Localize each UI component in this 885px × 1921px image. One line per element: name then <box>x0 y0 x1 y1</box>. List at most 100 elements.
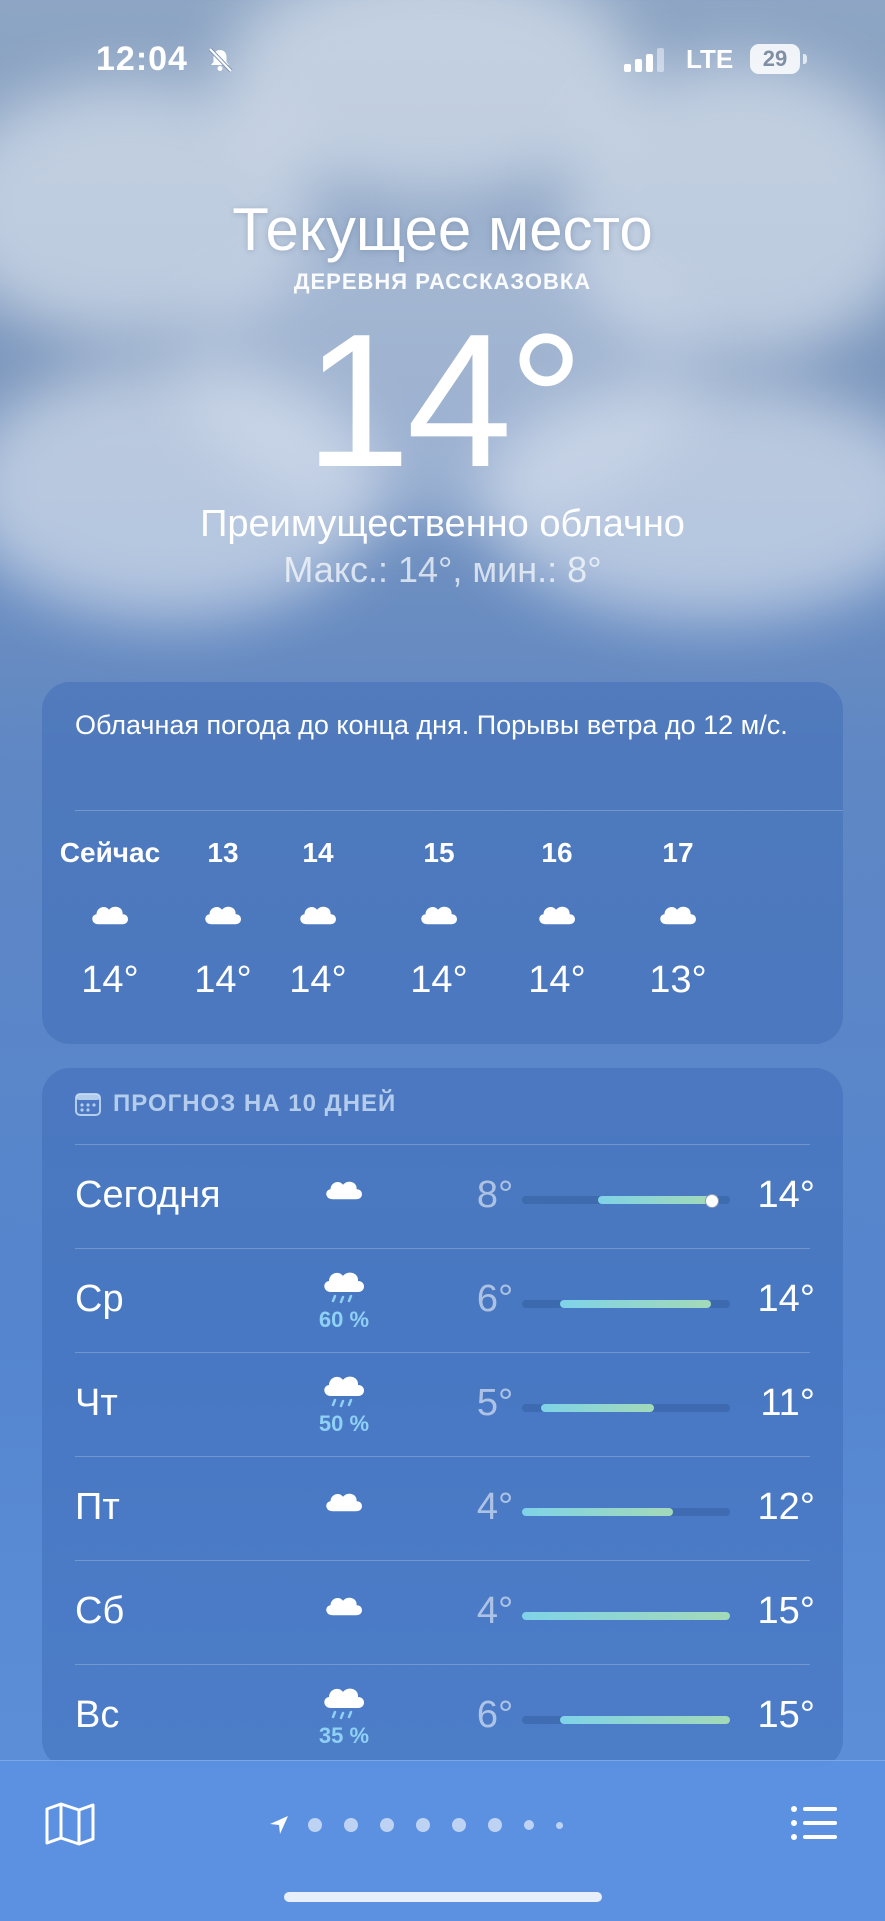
hour-temp: 14° <box>528 959 586 1001</box>
day-icon-wrap: 50 % <box>304 1368 384 1437</box>
hour-icon-wrap <box>497 877 617 957</box>
page-indicator[interactable] <box>268 1815 585 1835</box>
page-dot[interactable] <box>488 1818 502 1832</box>
location-arrow-icon[interactable] <box>268 1814 290 1836</box>
day-row[interactable]: Чт 50 % 5° 11° <box>42 1352 843 1456</box>
precip-chance: 50 % <box>318 1411 370 1436</box>
battery-level: 29 <box>762 46 788 71</box>
precip-chance: 60 % <box>318 1307 370 1332</box>
condition-text: Преимущественно облачно <box>200 503 685 545</box>
page-dot[interactable] <box>452 1818 466 1832</box>
day-row[interactable]: Пт 4° 12° <box>42 1456 843 1560</box>
day-min-temp: 6° <box>476 1278 514 1320</box>
day-min-temp: 5° <box>476 1382 514 1424</box>
daily-title-text: ПРОГНОЗ НА 10 ДНЕЙ <box>113 1090 397 1117</box>
precip-chance: 35 % <box>318 1723 370 1748</box>
forecast-summary: Облачная погода до конца дня. Порывы вет… <box>75 710 788 740</box>
cloud-rain-icon <box>324 1272 364 1304</box>
hour-temp: 14° <box>410 959 468 1001</box>
hour-temp: 14° <box>289 959 347 1001</box>
day-min-temp: 8° <box>476 1174 514 1216</box>
day-name: Пт <box>75 1486 120 1528</box>
day-row[interactable]: Сб 4° 15° <box>42 1560 843 1664</box>
row-divider <box>75 1248 810 1249</box>
hour-item: 16 14° <box>497 837 617 1002</box>
location-title: Текущее место <box>232 196 653 263</box>
daily-forecast-card[interactable]: ПРОГНОЗ НА 10 ДНЕЙ Сегодня 8° 14° Ср 60 % 6° 1… <box>42 1068 843 1768</box>
battery-tip <box>803 54 807 64</box>
day-max-temp: 11° <box>760 1382 815 1424</box>
hour-label: 16 <box>541 837 573 868</box>
temp-range-fill <box>559 1716 730 1724</box>
temp-range-bar <box>522 1612 730 1620</box>
temp-range-bar <box>522 1508 730 1516</box>
hour-icon-wrap <box>258 877 378 957</box>
daily-forecast-title: ПРОГНОЗ НА 10 ДНЕЙ <box>75 1090 396 1118</box>
cloud-icon <box>92 906 128 925</box>
hour-item: 17 13° <box>618 837 738 1002</box>
signal-icon <box>624 48 664 72</box>
day-row[interactable]: Вс 35 % 6° 15° <box>42 1664 843 1768</box>
day-name: Сб <box>75 1590 125 1632</box>
temp-range-fill <box>540 1404 655 1412</box>
row-divider <box>75 1560 810 1561</box>
status-bar: 12:04 LTE 29 <box>0 40 885 80</box>
map-icon[interactable] <box>44 1801 96 1847</box>
network-type: LTE <box>686 44 734 74</box>
list-icon[interactable] <box>790 1805 838 1841</box>
locality-name: ДЕРЕВНЯ РАССКАЗОВКА <box>293 269 592 294</box>
temp-range-bar <box>522 1716 730 1724</box>
hour-icon-wrap <box>618 877 738 957</box>
temp-range-fill <box>522 1508 674 1516</box>
temp-range-bar <box>522 1404 730 1412</box>
day-row[interactable]: Ср 60 % 6° 14° <box>42 1248 843 1352</box>
page-dot[interactable] <box>308 1818 322 1832</box>
page-dot[interactable] <box>556 1821 563 1829</box>
day-name: Ср <box>75 1278 124 1320</box>
high-low-text: Макс.: 14°, мин.: 8° <box>283 549 602 590</box>
hour-label: 14 <box>302 837 334 868</box>
current-temperature: 14° <box>304 295 584 507</box>
row-divider <box>75 1456 810 1457</box>
hour-temp: 13° <box>649 959 707 1001</box>
cloud-icon <box>326 1493 362 1512</box>
page-dot[interactable] <box>416 1818 430 1832</box>
page-dot[interactable] <box>524 1820 534 1830</box>
hourly-forecast-card[interactable]: Облачная погода до конца дня. Порывы вет… <box>42 682 843 1044</box>
current-temp-marker <box>705 1194 720 1208</box>
day-icon-wrap: 35 % <box>304 1680 384 1749</box>
bell-muted-icon <box>208 47 233 73</box>
card-divider <box>75 810 843 811</box>
day-name: Вс <box>75 1694 120 1736</box>
day-max-temp: 14° <box>757 1278 815 1320</box>
temp-range-bar <box>522 1300 730 1308</box>
page-dot[interactable] <box>380 1818 394 1832</box>
cloud-icon <box>421 906 457 925</box>
day-name: Сегодня <box>75 1174 221 1216</box>
page-dot[interactable] <box>344 1818 358 1832</box>
row-divider <box>75 1664 810 1665</box>
cloud-icon <box>539 906 575 925</box>
status-time: 12:04 <box>96 40 188 78</box>
day-icon-wrap <box>304 1590 384 1631</box>
home-indicator[interactable] <box>284 1892 602 1902</box>
temp-range-bar <box>522 1194 730 1208</box>
day-icon-wrap <box>304 1486 384 1527</box>
battery-icon: 29 <box>750 44 800 74</box>
day-max-temp: 12° <box>757 1486 815 1528</box>
row-divider <box>75 1144 810 1145</box>
cloud-icon <box>326 1597 362 1616</box>
temp-range-fill <box>559 1300 712 1308</box>
temp-range-fill <box>522 1612 730 1620</box>
row-divider <box>75 1352 810 1353</box>
day-icon-wrap: 60 % <box>304 1264 384 1333</box>
hour-label: 15 <box>423 837 455 868</box>
hour-label: 17 <box>662 837 694 868</box>
cloud-rain-icon <box>324 1376 364 1408</box>
cloud-rain-icon <box>324 1688 364 1720</box>
hour-temp: 14° <box>81 959 139 1001</box>
day-max-temp: 15° <box>757 1590 815 1632</box>
hour-label: Сейчас <box>59 837 161 868</box>
day-max-temp: 14° <box>757 1174 815 1216</box>
day-row[interactable]: Сегодня 8° 14° <box>42 1144 843 1248</box>
